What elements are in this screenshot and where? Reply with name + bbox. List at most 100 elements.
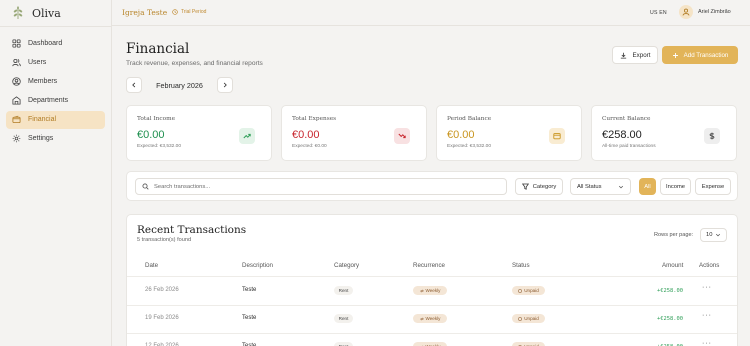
download-icon <box>620 52 626 59</box>
sidebar-divider <box>0 26 112 27</box>
row-description: Teste <box>242 315 257 321</box>
column-header-status[interactable]: Status <box>512 262 530 269</box>
status-badge: Unpaid <box>512 314 545 323</box>
column-header-date[interactable]: Date <box>145 262 158 269</box>
page-subtitle: Track revenue, expenses, and financial r… <box>126 60 263 67</box>
wallet-icon <box>553 133 561 140</box>
page-title: Financial <box>126 41 190 57</box>
row-date: 19 Feb 2026 <box>145 315 179 321</box>
category-badge-label: Rent <box>338 316 349 321</box>
card-title: Total Income <box>137 116 176 122</box>
trending-up-icon <box>243 133 251 139</box>
language-switcher[interactable]: US EN <box>650 10 667 16</box>
sidebar-item-label: Members <box>28 77 58 85</box>
card-value: €0.00 <box>292 129 320 141</box>
period-balance-card: Period Balance €0.00 Expected: €3,532.00 <box>436 105 582 161</box>
olive-branch-logo-icon <box>13 6 23 19</box>
column-header-recurrence[interactable]: Recurrence <box>413 262 445 269</box>
sidebar-nav: Dashboard Users Members Departments Fina… <box>6 34 105 149</box>
card-value: €0.00 <box>447 129 475 141</box>
chevron-left-icon <box>132 82 136 88</box>
month-navigator: February 2026 <box>126 77 233 93</box>
row-amount: +€258.00 <box>657 316 683 322</box>
trial-label: Trial Period <box>181 9 207 15</box>
brand[interactable]: Oliva <box>11 6 61 20</box>
type-filter-all[interactable]: All <box>639 178 656 195</box>
transactions-title: Recent Transactions <box>137 224 247 236</box>
row-actions-icon[interactable]: ··· <box>702 340 712 346</box>
region-code: US <box>650 10 658 16</box>
sidebar-item-label: Users <box>28 58 47 66</box>
search-icon <box>142 183 149 190</box>
next-month-button[interactable] <box>217 77 233 93</box>
category-filter-button[interactable]: Category <box>515 178 563 195</box>
wallet-icon <box>12 115 21 124</box>
card-icon-box <box>239 128 255 144</box>
clock-icon <box>172 9 178 15</box>
current-balance-card: Current Balance €258.00 All-time paid tr… <box>591 105 737 161</box>
sidebar-item-label: Departments <box>28 97 69 105</box>
total-income-card: Total Income €0.00 Expected: €3,532.00 <box>126 105 272 161</box>
rows-per-page-value: 10 <box>706 232 713 238</box>
column-header-category[interactable]: Category <box>334 262 359 269</box>
language-code: EN <box>659 10 667 16</box>
user-menu[interactable]: Ariel Zimbrão <box>679 5 731 19</box>
sidebar-item-users[interactable]: Users <box>6 53 105 71</box>
status-badge-label: Unpaid <box>524 316 539 321</box>
status-select-value: All Status <box>577 183 602 190</box>
card-title: Period Balance <box>447 116 492 122</box>
plus-icon <box>672 52 678 58</box>
building-icon <box>12 96 21 105</box>
recurrence-badge-label: Weekly <box>425 316 441 321</box>
row-actions-icon[interactable]: ··· <box>702 312 712 319</box>
filter-icon <box>521 183 529 190</box>
users-icon <box>12 58 21 66</box>
sidebar-item-departments[interactable]: Departments <box>6 92 105 110</box>
repeat-icon <box>419 289 424 292</box>
type-filter-income[interactable]: Income <box>660 178 691 195</box>
sidebar: Oliva Dashboard Users Members Department… <box>0 0 112 346</box>
export-button[interactable]: Export <box>612 46 658 64</box>
column-header-description[interactable]: Description <box>242 262 273 269</box>
rows-per-page-label: Rows per page: <box>654 232 694 238</box>
transactions-panel: Recent Transactions 5 transaction(s) fou… <box>126 214 738 346</box>
column-header-amount[interactable]: Amount <box>662 262 683 269</box>
summary-cards: Total Income €0.00 Expected: €3,532.00 T… <box>126 105 738 161</box>
status-badge: Unpaid <box>512 342 545 346</box>
row-amount: +€258.00 <box>657 288 683 294</box>
sidebar-item-label: Settings <box>28 135 54 143</box>
chevron-down-icon <box>715 233 721 237</box>
repeat-icon <box>419 317 424 320</box>
card-title: Current Balance <box>602 116 651 122</box>
chevron-right-icon <box>223 82 227 88</box>
row-actions-icon[interactable]: ··· <box>702 284 712 291</box>
sidebar-item-settings[interactable]: Settings <box>6 130 105 148</box>
user-icon <box>682 8 690 16</box>
status-select[interactable]: All Status <box>570 178 631 195</box>
search-input[interactable]: Search transactions... <box>135 178 507 195</box>
sidebar-item-financial[interactable]: Financial <box>6 110 105 129</box>
prev-month-button[interactable] <box>126 77 142 93</box>
card-title: Total Expenses <box>292 116 337 122</box>
row-date: 26 Feb 2026 <box>145 287 179 293</box>
sidebar-item-dashboard[interactable]: Dashboard <box>6 34 105 52</box>
add-transaction-button[interactable]: Add Transaction <box>662 46 738 64</box>
church-name[interactable]: Igreja Teste <box>122 8 167 17</box>
rows-per-page-select[interactable]: 10 <box>700 228 727 242</box>
category-label: Category <box>532 183 557 190</box>
category-badge: Rent <box>334 314 353 323</box>
category-badge-label: Rent <box>338 288 349 293</box>
chevron-down-icon <box>618 185 624 188</box>
card-icon-box <box>549 128 565 144</box>
clock-icon <box>518 316 523 321</box>
status-badge-label: Unpaid <box>524 288 539 293</box>
sidebar-item-members[interactable]: Members <box>6 72 105 90</box>
card-note: Expected: €0.00 <box>292 144 327 149</box>
clock-icon <box>518 288 523 293</box>
category-badge: Rent <box>334 286 353 295</box>
type-filter-expense[interactable]: Expense <box>695 178 731 195</box>
search-placeholder: Search transactions... <box>154 183 211 190</box>
user-name: Ariel Zimbrão <box>698 9 731 15</box>
card-icon-box <box>394 128 410 144</box>
members-icon <box>12 77 21 86</box>
